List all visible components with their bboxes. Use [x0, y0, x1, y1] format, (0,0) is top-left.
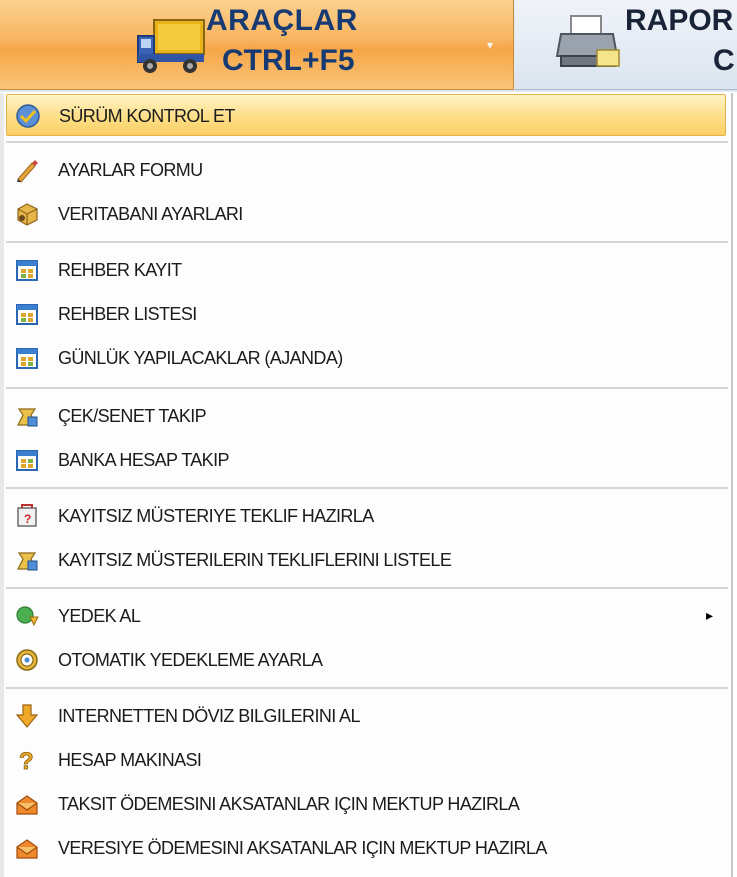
chevron-down-icon[interactable]: ▾	[487, 38, 493, 52]
money-bag-icon	[17, 552, 38, 571]
menu-item-label: BANKA HESAP TAKIP	[58, 450, 229, 470]
menu-separator	[6, 387, 728, 389]
download-arrow-icon	[15, 704, 39, 728]
menu-item-label: VERESIYE ÖDEMESINI AKSATANLAR IÇIN MEKTU…	[58, 838, 547, 858]
menu-item-internetten-doviz[interactable]: INTERNETTEN DÖVIZ BILGILERINI AL	[6, 695, 726, 737]
tab-araclar[interactable]: ARAÇLAR CTRL+F5 ▾	[0, 0, 514, 90]
menu-item-label: INTERNETTEN DÖVIZ BILGILERINI AL	[58, 706, 360, 726]
money-bag-icon	[17, 408, 38, 427]
menu-item-label: SÜRÜM KONTROL ET	[59, 106, 235, 126]
menu-separator	[6, 141, 728, 143]
menu-separator	[6, 241, 728, 243]
menu-item-label: TAKSIT ÖDEMESINI AKSATANLAR IÇIN MEKTUP …	[58, 794, 520, 814]
menu-item-label: OTOMATIK YEDEKLEME AYARLA	[58, 650, 323, 670]
tab-araclar-shortcut: CTRL+F5	[222, 44, 355, 77]
menu-item-label: ÇEK/SENET TAKIP	[58, 406, 207, 426]
truck-icon	[137, 19, 205, 73]
menu-item-label: GÜNLÜK YAPILACAKLAR (AJANDA)	[58, 348, 343, 368]
gear-icon	[16, 649, 38, 671]
calendar-icon	[16, 348, 38, 369]
menu-item-kayitsiz-musteriye-teklif[interactable]: ? KAYITSIZ MÜSTERIYE TEKLIF HAZIRLA	[6, 495, 726, 537]
tab-rapor-shortcut: C	[713, 44, 735, 77]
menu-item-rehber-kayit[interactable]: REHBER KAYIT	[6, 249, 726, 291]
menu-item-gunluk-yapilacaklar[interactable]: GÜNLÜK YAPILACAKLAR (AJANDA)	[6, 337, 726, 379]
menu-item-cek-senet-takip[interactable]: ÇEK/SENET TAKIP	[6, 395, 726, 437]
menu-item-label: REHBER KAYIT	[58, 260, 182, 280]
svg-text:?: ?	[24, 512, 31, 526]
printer-icon	[555, 15, 620, 67]
submenu-arrow-icon: ▸	[706, 607, 714, 623]
menu-item-otomatik-yedekleme[interactable]: OTOMATIK YEDEKLEME AYARLA	[6, 639, 726, 681]
version-check-icon	[16, 104, 40, 128]
tab-rapor-title: RAPOR	[625, 4, 734, 37]
menu-item-ayarlar-formu[interactable]: AYARLAR FORMU	[6, 149, 726, 191]
database-icon	[17, 203, 38, 226]
svg-text:?: ?	[19, 748, 34, 773]
menu-item-taksit-mektup[interactable]: TAKSIT ÖDEMESINI AKSATANLAR IÇIN MEKTUP …	[6, 783, 726, 825]
envelope-icon	[16, 839, 38, 859]
menu-item-label: REHBER LISTESI	[58, 304, 197, 324]
menu-item-label: YEDEK AL	[58, 606, 141, 626]
menu-item-surum-kontrol[interactable]: SÜRÜM KONTROL ET	[6, 94, 726, 136]
menu-item-label: HESAP MAKINASI	[58, 750, 202, 770]
menu-item-yedek-al[interactable]: YEDEK AL ▸	[6, 595, 726, 637]
menu-item-rehber-listesi[interactable]: REHBER LISTESI	[6, 293, 726, 335]
backup-icon	[16, 606, 39, 627]
menu-item-label: AYARLAR FORMU	[58, 160, 203, 180]
menu-item-veresiye-mektup[interactable]: VERESIYE ÖDEMESINI AKSATANLAR IÇIN MEKTU…	[6, 827, 726, 869]
tab-araclar-title: ARAÇLAR	[206, 4, 358, 37]
question-icon: ?	[19, 748, 34, 773]
menu-item-hesap-makinasi[interactable]: ? HESAP MAKINASI	[6, 739, 726, 781]
menu-item-label: KAYITSIZ MÜSTERILERIN TEKLIFLERINI LISTE…	[58, 550, 452, 570]
araclar-dropdown-menu: SÜRÜM KONTROL ET AYARLAR FORMU VERITABAN…	[0, 93, 733, 877]
quote-icon: ?	[17, 504, 37, 527]
tab-rapor[interactable]: RAPOR C	[515, 0, 737, 90]
menu-item-label: VERITABANI AYARLARI	[58, 204, 243, 224]
ribbon-bar: ARAÇLAR CTRL+F5 ▾ RAPOR C	[0, 0, 737, 92]
envelope-icon	[16, 795, 38, 815]
menu-item-veritabani-ayarlari[interactable]: VERITABANI AYARLARI	[6, 193, 726, 235]
pencil-icon	[17, 160, 38, 183]
contact-card-icon	[16, 304, 38, 325]
contact-card-icon	[16, 260, 38, 281]
menu-gutter	[0, 93, 4, 877]
menu-item-label: KAYITSIZ MÜSTERIYE TEKLIF HAZIRLA	[58, 506, 374, 526]
menu-separator	[6, 487, 728, 489]
menu-separator	[6, 687, 728, 689]
menu-separator	[6, 587, 728, 589]
calendar-icon	[16, 450, 38, 471]
menu-item-banka-hesap-takip[interactable]: BANKA HESAP TAKIP	[6, 439, 726, 481]
menu-item-kayitsiz-musterilerin-teklifleri[interactable]: KAYITSIZ MÜSTERILERIN TEKLIFLERINI LISTE…	[6, 539, 726, 581]
